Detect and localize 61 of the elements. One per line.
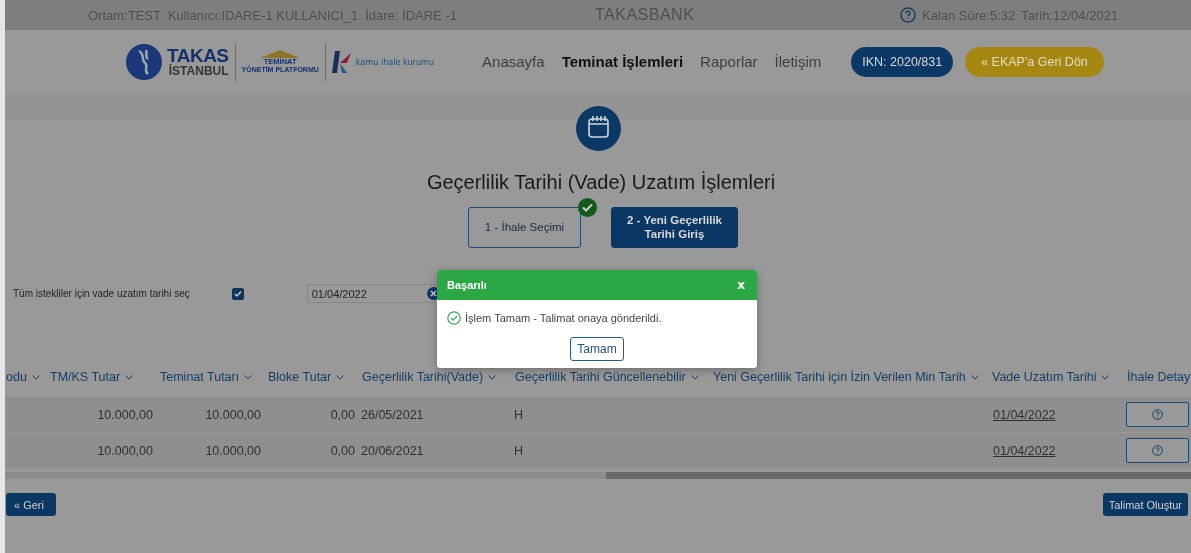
column-header[interactable]: Yeni Geçerlilik Tarihi için İzin Verilen Min Tarih [708, 370, 987, 384]
nav-link[interactable]: İletişim [774, 53, 822, 70]
table-cell-text: 10.000,00 [96, 407, 154, 422]
column-header[interactable]: İhale Detay [1122, 370, 1191, 384]
help-icon [1152, 445, 1163, 456]
nav-link[interactable]: Teminat İşlemleri [561, 53, 684, 70]
date-link[interactable]: 01/04/2022 [987, 443, 1056, 458]
back-button[interactable]: « Geri [6, 493, 56, 516]
logo-emblem-icon [125, 42, 163, 81]
chevron-down-icon [31, 374, 40, 380]
detail-button[interactable] [1126, 438, 1189, 463]
close-button[interactable]: x [737, 278, 745, 292]
ikn-button[interactable]: IKN: 2020/831 [851, 46, 954, 77]
logo-text: İSTANBUL [168, 65, 229, 77]
success-check-icon [447, 311, 461, 325]
date-field[interactable]: 01/04/2022 [306, 284, 435, 303]
column-header[interactable]: Teminat Tutarı [155, 370, 263, 384]
detail-button[interactable] [1126, 402, 1189, 427]
ok-button[interactable]: Tamam [570, 337, 624, 361]
nav-link[interactable]: Anasayfa [482, 53, 545, 70]
chevron-down-icon [1101, 374, 1110, 380]
table-cell-text: 10.000,00 [96, 443, 154, 458]
table-cell-text: H [513, 407, 525, 422]
column-header[interactable]: Geçerlilik Tarihi(Vade) [357, 370, 510, 384]
table-cell-text: 20/06/2021 [360, 443, 425, 458]
logo-text: TAKAS [167, 46, 229, 65]
roof-icon [260, 49, 301, 58]
step-tab[interactable]: 1 - İhale Seçimi [468, 207, 581, 248]
checkbox[interactable] [231, 287, 244, 300]
step-tab[interactable]: 2 - Yeni Geçerlilik Tarihi Giriş [611, 207, 738, 248]
scrollbar-thumb[interactable] [606, 472, 1191, 479]
table-cell-text: 26/05/2021 [360, 407, 425, 422]
chevron-down-icon [690, 374, 699, 380]
dialog-message: İşlem Tamam - Talimat onaya gönderildi. [465, 312, 662, 324]
chevron-down-icon [336, 374, 345, 380]
chevron-down-icon [488, 374, 497, 380]
column-header[interactable]: Bloke Tutar [263, 370, 357, 384]
option-label: Tüm istekliler için vade uzatım tarihi seç [13, 288, 190, 299]
ekap-back-button[interactable]: « EKAP'a Geri Dön [965, 46, 1104, 77]
table-cell-text: 0,00 [329, 443, 356, 458]
help-icon[interactable] [900, 7, 916, 23]
table-cell-text: 0,00 [329, 407, 356, 422]
create-order-button[interactable]: Talimat Oluştur [1102, 493, 1188, 516]
table-cell-text: 10.000,00 [204, 407, 262, 422]
column-header[interactable]: odu [5, 370, 45, 384]
chevron-down-icon [970, 374, 979, 380]
logo-text: kamu ihale kurumu [355, 56, 435, 67]
calendar-icon [575, 106, 621, 151]
page-title: Geçerlilik Tarihi (Vade) Uzatım İşlemleri [425, 171, 777, 194]
chevron-down-icon [244, 374, 253, 380]
nav-link[interactable]: Raporlar [700, 53, 758, 70]
chevron-down-icon [125, 374, 134, 380]
help-icon [1152, 409, 1163, 420]
column-header[interactable]: TM/KS Tutar [45, 370, 155, 384]
table-cell-text: H [513, 443, 525, 458]
column-header[interactable]: Vade Uzatım Tarihi [987, 370, 1122, 384]
dialog-title: Başarılı [447, 279, 487, 291]
date-link[interactable]: 01/04/2022 [987, 407, 1056, 422]
column-header[interactable]: Geçerlilik Tarihi Güncellenebilir [510, 370, 708, 384]
kik-logo-icon [331, 50, 352, 73]
table-cell-text: 10.000,00 [204, 443, 262, 458]
